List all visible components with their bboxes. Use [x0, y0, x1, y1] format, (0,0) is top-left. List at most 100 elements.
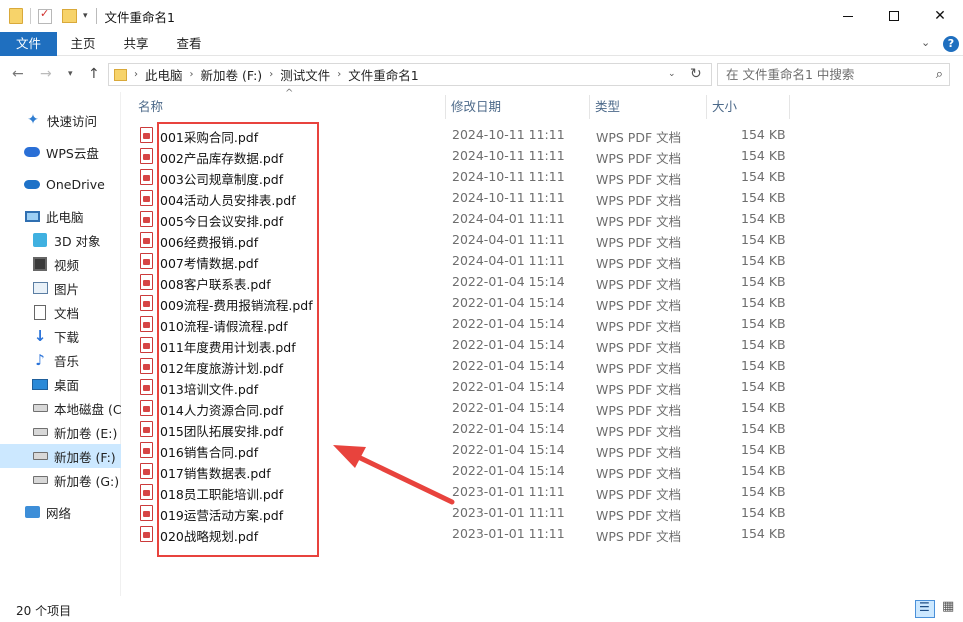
- file-type: WPS PDF 文档: [596, 214, 682, 229]
- sidebar-item-label: 音乐: [54, 353, 80, 369]
- sidebar-item-documents[interactable]: 文档: [0, 300, 121, 324]
- table-row[interactable]: 007考情数据.pdf 2024-04-01 11:11 WPS PDF 文档 154…: [133, 251, 793, 272]
- file-date: 2022-01-04 15:14: [452, 316, 565, 331]
- up-arrow-icon[interactable]: ↑: [88, 66, 100, 82]
- table-row[interactable]: 017销售数据表.pdf 2022-01-04 15:14 WPS PDF 文档 15…: [133, 461, 793, 482]
- pdf-file-icon: [140, 505, 153, 521]
- expand-ribbon-icon[interactable]: ⌄: [921, 36, 930, 49]
- sidebar-item-downloads[interactable]: ↓ 下载: [0, 324, 121, 348]
- chevron-right-icon[interactable]: ›: [269, 69, 273, 80]
- file-size: 154 KB: [741, 274, 786, 289]
- sidebar-item-network[interactable]: 网络: [0, 500, 121, 524]
- file-type: WPS PDF 文档: [596, 340, 682, 355]
- file-name: 015团队拓展安排.pdf: [160, 424, 284, 439]
- file-date: 2022-01-04 15:14: [452, 274, 565, 289]
- sidebar-item-label: 视频: [54, 257, 80, 273]
- sidebar-item-music[interactable]: ♪ 音乐: [0, 348, 121, 372]
- ribbon-tabs: 文件 主页 共享 查看 ⌄ ?: [0, 32, 963, 56]
- table-row[interactable]: 019运营活动方案.pdf 2023-01-01 11:11 WPS PDF 文档 1…: [133, 503, 793, 524]
- table-row[interactable]: 009流程-费用报销流程.pdf 2022-01-04 15:14 WPS PDF …: [133, 293, 793, 314]
- table-row[interactable]: 013培训文件.pdf 2022-01-04 15:14 WPS PDF 文档 154…: [133, 377, 793, 398]
- file-name: 018员工职能培训.pdf: [160, 487, 284, 502]
- table-row[interactable]: 002产品库存数据.pdf 2024-10-11 11:11 WPS PDF 文档 1…: [133, 146, 793, 167]
- file-type: WPS PDF 文档: [596, 424, 682, 439]
- table-row[interactable]: 004活动人员安排表.pdf 2024-10-11 11:11 WPS PDF 文档…: [133, 188, 793, 209]
- sidebar-item-pictures[interactable]: 图片: [0, 276, 121, 300]
- close-button[interactable]: ✕: [917, 0, 963, 32]
- column-header-size[interactable]: 大小: [707, 95, 790, 119]
- file-name: 016销售合同.pdf: [160, 445, 259, 460]
- sidebar-item-drive-c[interactable]: 本地磁盘 (C: [0, 396, 121, 420]
- search-icon[interactable]: ⌕: [936, 67, 943, 82]
- breadcrumb-test-files[interactable]: 测试文件: [280, 65, 330, 84]
- sidebar-item-quick-access[interactable]: ✦ 快速访问: [0, 108, 121, 132]
- chevron-down-icon[interactable]: ▾: [83, 11, 88, 21]
- sidebar-item-onedrive[interactable]: OneDrive: [0, 172, 121, 196]
- chevron-down-icon[interactable]: ⌄: [668, 69, 676, 79]
- file-size: 154 KB: [741, 379, 786, 394]
- sidebar-item-drive-f[interactable]: 新加卷 (F:): [0, 444, 121, 468]
- table-row[interactable]: 005今日会议安排.pdf 2024-04-01 11:11 WPS PDF 文档 1…: [133, 209, 793, 230]
- documents-icon: [32, 304, 48, 320]
- breadcrumb-drive-f[interactable]: 新加卷 (F:): [201, 65, 263, 84]
- tab-home[interactable]: 主页: [62, 32, 104, 56]
- search-box[interactable]: ⌕: [717, 63, 950, 86]
- minimize-button[interactable]: [825, 0, 871, 32]
- column-header-name[interactable]: 名称: [133, 95, 446, 119]
- pdf-file-icon: [140, 127, 153, 143]
- new-folder-icon[interactable]: [62, 9, 77, 23]
- file-type: WPS PDF 文档: [596, 382, 682, 397]
- sidebar-item-label: WPS云盘: [46, 145, 99, 161]
- table-row[interactable]: 015团队拓展安排.pdf 2022-01-04 15:14 WPS PDF 文档 1…: [133, 419, 793, 440]
- maximize-button[interactable]: [871, 0, 917, 32]
- tab-share[interactable]: 共享: [115, 32, 157, 56]
- table-row[interactable]: 018员工职能培训.pdf 2023-01-01 11:11 WPS PDF 文档 1…: [133, 482, 793, 503]
- sidebar-item-label: 快速访问: [47, 113, 98, 129]
- column-header-type[interactable]: 类型: [590, 95, 707, 119]
- help-icon[interactable]: ?: [943, 36, 959, 52]
- table-row[interactable]: 001采购合同.pdf 2024-10-11 11:11 WPS PDF 文档 154…: [133, 125, 793, 146]
- table-row[interactable]: 012年度旅游计划.pdf 2022-01-04 15:14 WPS PDF 文档 1…: [133, 356, 793, 377]
- breadcrumb-this-pc[interactable]: 此电脑: [145, 65, 183, 84]
- chevron-right-icon[interactable]: ›: [337, 69, 341, 80]
- table-row[interactable]: 016销售合同.pdf 2022-01-04 15:14 WPS PDF 文档 154…: [133, 440, 793, 461]
- forward-arrow-icon[interactable]: →: [40, 66, 52, 82]
- drive-icon: [32, 472, 48, 488]
- sidebar-item-drive-g[interactable]: 新加卷 (G:): [0, 468, 121, 492]
- chevron-right-icon[interactable]: ›: [190, 69, 194, 80]
- refresh-icon[interactable]: ↻: [690, 66, 702, 82]
- file-type: WPS PDF 文档: [596, 466, 682, 481]
- sidebar-item-drive-e[interactable]: 新加卷 (E:): [0, 420, 121, 444]
- properties-icon[interactable]: [38, 7, 52, 24]
- breadcrumb-current-folder[interactable]: 文件重命名1: [348, 65, 418, 84]
- pdf-file-icon: [140, 190, 153, 206]
- sidebar-item-label: 此电脑: [46, 209, 84, 225]
- sidebar-item-this-pc[interactable]: 此电脑: [0, 204, 121, 228]
- address-bar[interactable]: › 此电脑 › 新加卷 (F:) › 测试文件 › 文件重命名1 ⌄ ↻: [108, 63, 712, 86]
- table-row[interactable]: 008客户联系表.pdf 2022-01-04 15:14 WPS PDF 文档 15…: [133, 272, 793, 293]
- file-name: 003公司规章制度.pdf: [160, 172, 284, 187]
- table-row[interactable]: 014人力资源合同.pdf 2022-01-04 15:14 WPS PDF 文档 1…: [133, 398, 793, 419]
- pdf-file-icon: [140, 421, 153, 437]
- sidebar-item-desktop[interactable]: 桌面: [0, 372, 121, 396]
- tab-view[interactable]: 查看: [168, 32, 210, 56]
- sidebar-item-label: OneDrive: [46, 176, 105, 192]
- column-header-date[interactable]: 修改日期: [446, 95, 590, 119]
- table-row[interactable]: 003公司规章制度.pdf 2024-10-11 11:11 WPS PDF 文档 1…: [133, 167, 793, 188]
- tab-file[interactable]: 文件: [0, 32, 57, 56]
- table-row[interactable]: 020战略规划.pdf 2023-01-01 11:11 WPS PDF 文档 154…: [133, 524, 793, 545]
- sidebar-item-3d-objects[interactable]: 3D 对象: [0, 228, 121, 252]
- recent-locations-icon[interactable]: ▾: [68, 69, 73, 79]
- file-size: 154 KB: [741, 400, 786, 415]
- back-arrow-icon[interactable]: ←: [12, 66, 24, 82]
- sidebar-item-wps-cloud[interactable]: WPS云盘: [0, 140, 121, 164]
- large-icons-view-icon[interactable]: [939, 599, 959, 618]
- search-input[interactable]: [718, 64, 918, 85]
- file-name: 014人力资源合同.pdf: [160, 403, 284, 418]
- table-row[interactable]: 010流程-请假流程.pdf 2022-01-04 15:14 WPS PDF 文档…: [133, 314, 793, 335]
- details-view-icon[interactable]: [915, 600, 935, 618]
- chevron-right-icon[interactable]: ›: [134, 69, 138, 80]
- sidebar-item-videos[interactable]: 视频: [0, 252, 121, 276]
- table-row[interactable]: 006经费报销.pdf 2024-04-01 11:11 WPS PDF 文档 154…: [133, 230, 793, 251]
- table-row[interactable]: 011年度费用计划表.pdf 2022-01-04 15:14 WPS PDF 文档…: [133, 335, 793, 356]
